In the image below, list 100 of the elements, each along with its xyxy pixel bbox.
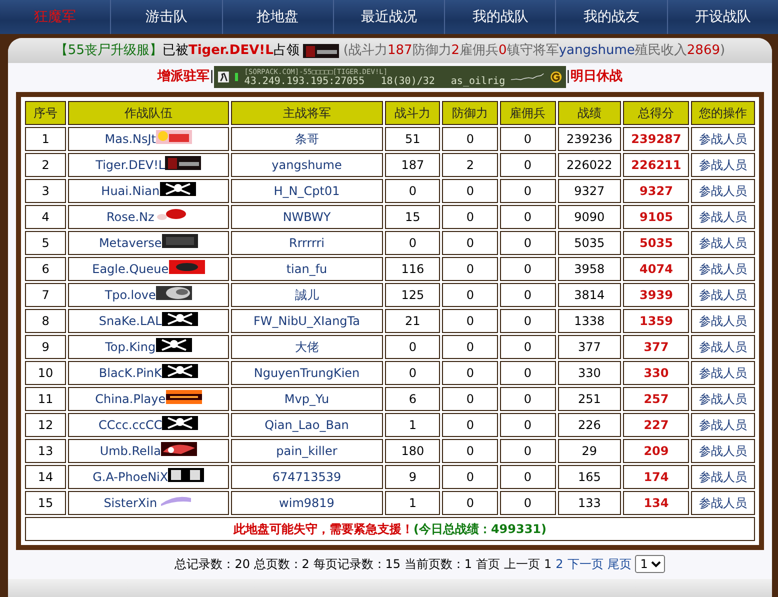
table-cell: 377: [558, 335, 622, 359]
alert-message: 此地盘可能失守，需要紧急支援！: [233, 522, 414, 536]
table-cell: 226022: [558, 153, 622, 177]
table-cell: 14: [25, 465, 66, 489]
table-cell: Mvp_Yu: [230, 387, 383, 411]
table-cell: 0: [500, 153, 556, 177]
table-cell: 0: [442, 335, 498, 359]
table-cell: 9327: [623, 179, 690, 203]
table-cell: 0: [500, 335, 556, 359]
table-cell: 0: [500, 465, 556, 489]
table-cell: 大佬: [230, 335, 383, 359]
table-cell: 0: [442, 127, 498, 151]
team-name[interactable]: Top.King: [105, 340, 156, 354]
team-name[interactable]: Rose.Nz: [106, 210, 154, 224]
table-cell: 0: [500, 257, 556, 281]
column-header: 战斗力: [384, 101, 440, 125]
page-select[interactable]: 1: [635, 555, 666, 573]
table-cell: 29: [558, 439, 622, 463]
table-cell: 0: [500, 491, 556, 515]
table-cell: 1359: [623, 309, 690, 333]
table-cell: 0: [442, 309, 498, 333]
table-cell: 0: [384, 335, 440, 359]
table-cell: 3939: [623, 283, 690, 307]
table-cell: pain_killer: [230, 439, 383, 463]
table-cell: 0: [384, 231, 440, 255]
daily-total: (今日总战绩：499331): [413, 522, 547, 536]
team-name[interactable]: Mas.NsJt: [104, 132, 156, 146]
table-cell: 51: [384, 127, 440, 151]
table-cell: 12: [25, 413, 66, 437]
table-cell: 11: [25, 387, 66, 411]
table-cell: 4: [25, 205, 66, 229]
player-count: 18(30)/32: [380, 76, 435, 86]
table-cell: 6: [25, 257, 66, 281]
table-cell: 0: [442, 205, 498, 229]
nav-tab[interactable]: 我的战友: [555, 0, 667, 34]
table-cell: 誠儿: [230, 283, 383, 307]
table-cell: 10: [25, 361, 66, 385]
table-cell: 165: [558, 465, 622, 489]
table-cell: 251: [558, 387, 622, 411]
table-cell: 330: [558, 361, 622, 385]
table-cell: 0: [500, 231, 556, 255]
column-header: 主战将军: [230, 101, 383, 125]
separator: |: [210, 68, 214, 86]
pager-summary: 总记录数：20 总页数：2 每页记录数：15 当前页数：1: [174, 556, 472, 573]
table-cell: 9090: [558, 205, 622, 229]
column-header: 您的操作: [691, 101, 755, 125]
column-header: 序号: [25, 101, 66, 125]
action-link[interactable]: 明日休战: [570, 67, 622, 87]
table-cell: 0: [500, 283, 556, 307]
pager-link[interactable]: 下一页: [567, 555, 604, 573]
server-address: 43.249.193.195:27055: [244, 76, 365, 86]
table-cell: 0: [442, 491, 498, 515]
table-cell: yangshume: [230, 153, 383, 177]
table-cell: FW_NibU_XIangTa: [230, 309, 383, 333]
table-cell: 7: [25, 283, 66, 307]
table-cell: 4074: [623, 257, 690, 281]
table-cell: 0: [442, 257, 498, 281]
table-cell: 0: [500, 361, 556, 385]
pager-link[interactable]: 2: [556, 555, 564, 573]
table-cell: 187: [384, 153, 440, 177]
table-cell: 180: [384, 439, 440, 463]
nav-tab[interactable]: 开设战队: [666, 0, 778, 34]
table-cell: 134: [623, 491, 690, 515]
table-cell: 2: [25, 153, 66, 177]
pager-link[interactable]: 尾页: [607, 555, 632, 573]
table-cell: 0: [500, 387, 556, 411]
nav-tab[interactable]: 抢地盘: [222, 0, 333, 34]
table-cell: 3814: [558, 283, 622, 307]
table-cell: 6: [384, 387, 440, 411]
table-cell: 239236: [558, 127, 622, 151]
team-name[interactable]: Tpo.love: [104, 288, 156, 302]
table-cell: 15: [384, 205, 440, 229]
player-icon: [218, 69, 229, 85]
separator: |: [566, 68, 570, 86]
table-cell: 0: [384, 179, 440, 203]
table-cell: 5: [25, 231, 66, 255]
table-cell: 1: [384, 413, 440, 437]
nav-tab[interactable]: 最近战况: [332, 0, 444, 34]
table-cell: 0: [500, 413, 556, 437]
table-cell: 0: [442, 465, 498, 489]
table-cell: 8: [25, 309, 66, 333]
column-header: 战绩: [558, 101, 622, 125]
action-link[interactable]: 增派驻军: [158, 67, 210, 87]
table-cell: 0: [442, 179, 498, 203]
table-cell: 0: [442, 231, 498, 255]
table-cell: 9: [25, 335, 66, 359]
table-cell: 227: [623, 413, 690, 437]
table-cell: 1: [384, 491, 440, 515]
table-cell: 1: [25, 127, 66, 151]
table-cell: 15: [25, 491, 66, 515]
table-cell: 13: [25, 439, 66, 463]
nav-tab[interactable]: 我的战队: [444, 0, 556, 34]
table-cell: 0: [442, 387, 498, 411]
table-cell: 0: [500, 179, 556, 203]
nav-tab[interactable]: 游击队: [110, 0, 222, 34]
status-icon: [234, 71, 238, 83]
table-cell: Rrrrrri: [230, 231, 383, 255]
table-cell: 5035: [623, 231, 690, 255]
table-cell: 174: [623, 465, 690, 489]
team-name[interactable]: SisterXin: [104, 496, 158, 510]
